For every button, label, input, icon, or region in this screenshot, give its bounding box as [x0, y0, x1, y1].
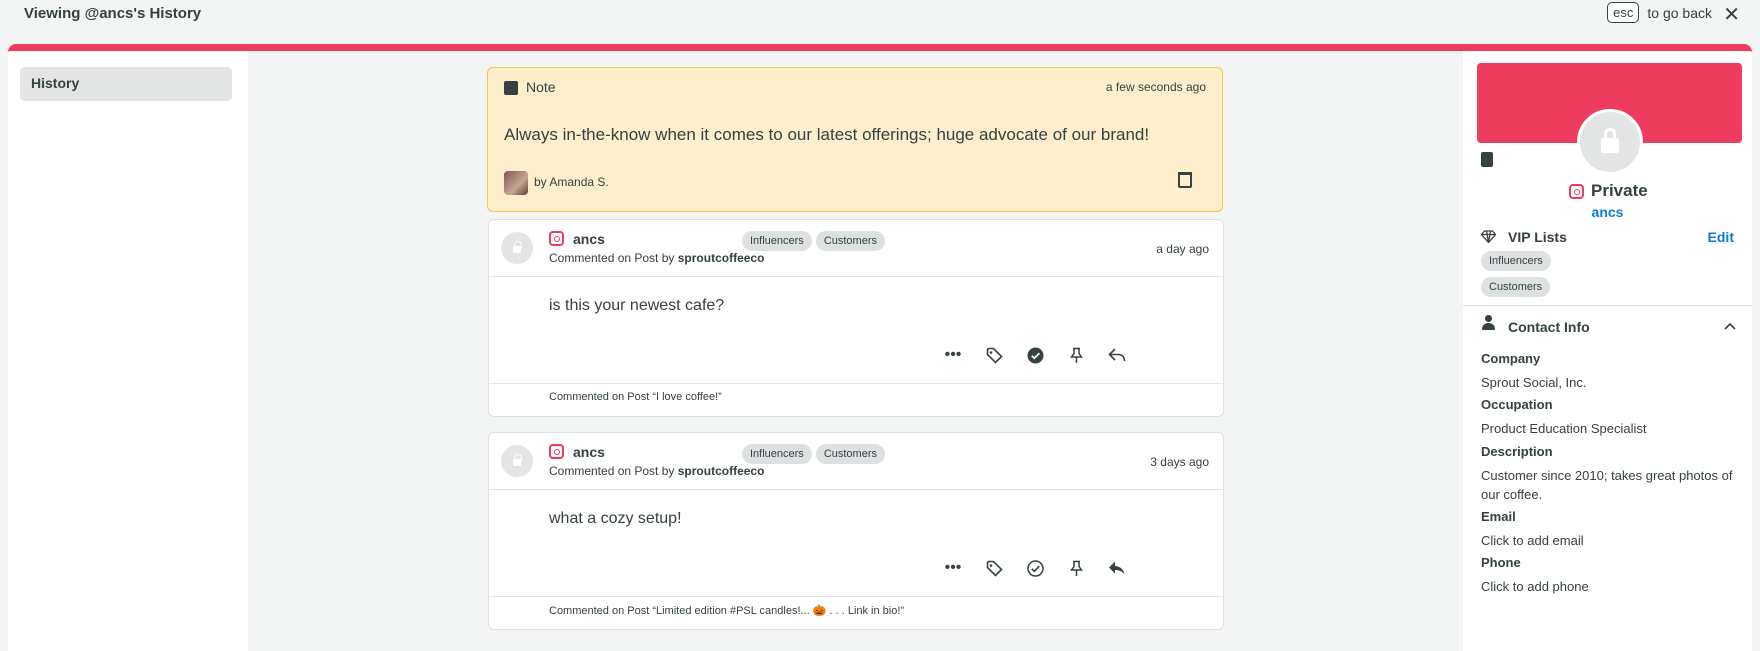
- chevron-up-icon[interactable]: [1724, 317, 1736, 333]
- history-panel: History Note a few seconds ago Always in…: [8, 44, 1752, 651]
- divider: [489, 489, 1223, 490]
- meta-prefix: Commented on Post by: [549, 464, 675, 478]
- field-value[interactable]: Click to add email: [1481, 531, 1736, 550]
- complete-icon[interactable]: [1024, 557, 1046, 579]
- contact-field-phone: Phone Click to add phone: [1481, 555, 1736, 596]
- field-label: Email: [1481, 509, 1516, 524]
- trash-icon[interactable]: [1178, 172, 1192, 188]
- meta-account[interactable]: sproutcoffeeco: [678, 251, 765, 265]
- pin-icon[interactable]: [1065, 557, 1087, 579]
- message-handle[interactable]: ancs: [573, 444, 605, 460]
- contact-info-title[interactable]: Contact Info: [1508, 319, 1590, 335]
- note-author: by Amanda S.: [534, 175, 609, 189]
- field-value[interactable]: Product Education Specialist: [1481, 419, 1736, 438]
- profile-privacy: Private: [1591, 181, 1648, 200]
- field-label: Occupation: [1481, 397, 1553, 412]
- vip-edit-link[interactable]: Edit: [1708, 229, 1734, 245]
- divider: [489, 596, 1223, 597]
- instagram-icon: [549, 231, 564, 246]
- vip-tag: Influencers: [1481, 251, 1551, 271]
- note-card: Note a few seconds ago Always in-the-kno…: [487, 67, 1223, 212]
- author-avatar: [504, 171, 528, 195]
- esc-hint: esc to go back: [1607, 2, 1712, 23]
- top-bar: Viewing @ancs's History esc to go back ✕: [0, 0, 1760, 40]
- message-context[interactable]: Commented on Post “Limited edition #PSL …: [549, 604, 904, 617]
- close-icon[interactable]: ✕: [1723, 2, 1740, 27]
- esc-key: esc: [1607, 2, 1640, 23]
- message-actions: •••: [489, 344, 1223, 366]
- contact-field-occupation: Occupation Product Education Specialist: [1481, 397, 1736, 438]
- avatar: [501, 232, 533, 264]
- divider: [1463, 305, 1752, 306]
- message-actions: •••: [489, 557, 1223, 579]
- field-value[interactable]: Sprout Social, Inc.: [1481, 373, 1736, 392]
- more-icon[interactable]: •••: [942, 344, 964, 366]
- diamond-icon: [1480, 230, 1497, 244]
- message-tags: Influencers Customers: [742, 444, 889, 464]
- clipboard-icon[interactable]: [1481, 152, 1493, 167]
- profile-username[interactable]: ancs: [1463, 204, 1752, 220]
- reply-icon[interactable]: [1106, 557, 1128, 579]
- contact-field-email: Email Click to add email: [1481, 509, 1736, 550]
- note-timestamp: a few seconds ago: [1105, 80, 1206, 94]
- reply-icon[interactable]: [1106, 344, 1128, 366]
- field-label: Description: [1481, 444, 1553, 459]
- lock-icon: [513, 454, 522, 466]
- message-body: is this your newest cafe?: [549, 297, 725, 314]
- divider: [489, 383, 1223, 384]
- esc-hint-label: to go back: [1647, 4, 1712, 21]
- person-icon: [1482, 315, 1495, 330]
- message-card: ancs Commented on Post by sproutcoffeeco…: [488, 219, 1224, 417]
- left-nav: History: [8, 51, 248, 651]
- page-title: Viewing @ancs's History: [24, 5, 202, 22]
- tag-icon[interactable]: [983, 557, 1005, 579]
- profile-avatar: [1577, 109, 1643, 175]
- field-label: Company: [1481, 351, 1541, 366]
- field-value[interactable]: Click to add phone: [1481, 577, 1736, 596]
- more-icon[interactable]: •••: [942, 557, 964, 579]
- nav-item-history[interactable]: History: [20, 67, 232, 101]
- instagram-icon: [1569, 184, 1584, 199]
- message-meta: Commented on Post by sproutcoffeeco: [549, 464, 764, 478]
- meta-account[interactable]: sproutcoffeeco: [678, 464, 765, 478]
- instagram-icon: [549, 444, 564, 459]
- avatar: [501, 445, 533, 477]
- field-value[interactable]: Customer since 2010; takes great photos …: [1481, 466, 1736, 504]
- meta-prefix: Commented on Post by: [549, 251, 675, 265]
- lock-icon: [513, 241, 522, 253]
- tag-badge: Influencers: [742, 231, 812, 251]
- message-handle[interactable]: ancs: [573, 231, 605, 247]
- message-card: ancs Commented on Post by sproutcoffeeco…: [488, 432, 1224, 630]
- lock-icon: [1601, 127, 1619, 153]
- contact-field-description: Description Customer since 2010; takes g…: [1481, 444, 1736, 504]
- vip-tag: Customers: [1481, 277, 1551, 297]
- tag-icon[interactable]: [983, 344, 1005, 366]
- message-timestamp: 3 days ago: [1150, 455, 1209, 469]
- note-label: Note: [526, 79, 556, 95]
- divider: [489, 276, 1223, 277]
- message-context[interactable]: Commented on Post “I love coffee!”: [549, 391, 722, 403]
- profile-panel: Private ancs VIP Lists Edit Influencers …: [1463, 51, 1752, 651]
- message-body: what a cozy setup!: [549, 510, 682, 527]
- pin-icon[interactable]: [1065, 344, 1087, 366]
- note-text: Always in-the-know when it comes to our …: [504, 125, 1150, 144]
- message-meta: Commented on Post by sproutcoffeeco: [549, 251, 764, 265]
- vip-tags: Influencers Customers: [1481, 251, 1601, 303]
- note-icon: [504, 81, 518, 95]
- tag-badge: Customers: [815, 444, 885, 464]
- complete-icon[interactable]: [1024, 344, 1046, 366]
- contact-field-company: Company Sprout Social, Inc.: [1481, 351, 1736, 392]
- vip-lists-title: VIP Lists: [1508, 229, 1567, 245]
- tag-badge: Customers: [815, 231, 885, 251]
- tag-badge: Influencers: [742, 444, 812, 464]
- message-timestamp: a day ago: [1156, 242, 1209, 256]
- message-tags: Influencers Customers: [742, 231, 889, 251]
- field-label: Phone: [1481, 555, 1521, 570]
- history-feed: Note a few seconds ago Always in-the-kno…: [248, 51, 1463, 651]
